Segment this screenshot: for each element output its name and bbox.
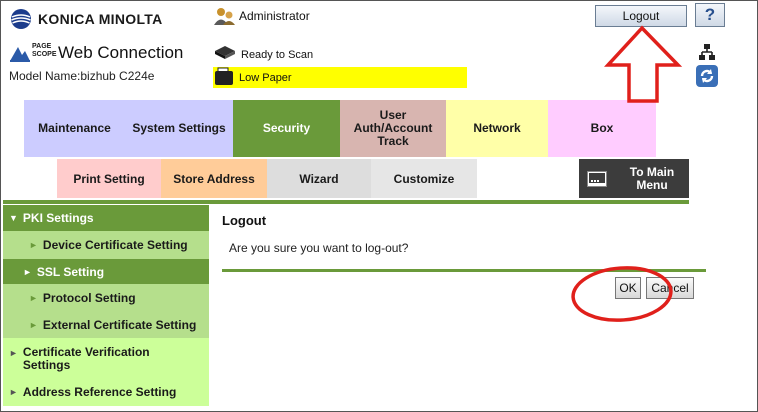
sidebar-item-label: SSL Setting [36,264,105,279]
user-name: Administrator [239,9,310,23]
logout-confirm-message: Are you sure you want to log-out? [229,241,409,255]
subtab-store-address[interactable]: Store Address [161,159,267,198]
tab-maintenance-label: Maintenance [38,121,111,135]
arrow-icon: ► [23,266,32,277]
tab-user-auth-label: User Auth/Account Track [353,108,433,148]
sidebar-item-certificate-verification[interactable]: ► Certificate Verification Settings [3,338,209,378]
subtab-customize[interactable]: Customize [371,159,477,198]
arrow-icon: ► [29,319,38,330]
refresh-icon[interactable] [696,65,718,87]
main-menu-label: To Main Menu [629,164,675,192]
sidebar-item-external-certificate[interactable]: ► External Certificate Setting [3,311,209,338]
subtab-customize-label: Customize [393,171,455,186]
annotation-circle-icon [571,266,673,322]
scanner-icon [215,46,235,59]
help-button[interactable]: ? [695,3,725,27]
content-separator [3,200,689,204]
sidebar-item-label: Certificate Verification Settings [22,345,150,372]
sidebar-item-label: Device Certificate Setting [42,238,188,252]
sidebar-item-label: PKI Settings [22,211,94,225]
konica-minolta-logo: KONICA MINOLTA [9,8,189,30]
tab-system-settings[interactable]: System Settings [125,100,233,157]
web-connection-title: Web Connection [58,43,184,62]
sidebar-item-label: Protocol Setting [42,290,136,305]
scan-status: Ready to Scan [241,49,314,61]
tab-security[interactable]: Security [233,100,340,157]
network-icon[interactable] [698,43,716,61]
arrow-icon: ► [29,240,38,250]
tab-box[interactable]: Box [548,100,656,157]
tab-system-settings-label: System Settings [132,121,226,135]
sidebar-item-protocol-setting[interactable]: ► Protocol Setting [3,284,209,311]
tab-security-label: Security [262,121,311,135]
arrow-icon: ► [9,348,18,358]
sidebar-item-device-certificate[interactable]: ► Device Certificate Setting [3,231,209,259]
tab-box-label: Box [590,121,614,135]
pagescope-logo-text: PAGE SCOPE [32,43,57,58]
konica-minolta-globe-icon [11,9,31,29]
tab-maintenance[interactable]: Maintenance [24,100,125,157]
sidebar-item-label: External Certificate Setting [42,317,197,332]
pagescope-logo [9,43,31,63]
sidebar-item-label: Address Reference Setting [22,385,177,399]
subtab-print-setting-label: Print Setting [73,171,145,186]
web-connection-window: KONICA MINOLTA PAGE SCOPE Web Connection… [0,0,758,412]
paper-status: Low Paper [239,72,292,84]
brand-name: KONICA MINOLTA [38,11,163,27]
arrow-icon: ► [29,292,38,303]
tab-network[interactable]: Network [446,100,548,157]
subtab-store-address-label: Store Address [173,171,255,186]
page-title: Logout [222,213,267,228]
paper-tray-icon [213,67,235,88]
sidebar-item-address-reference[interactable]: ► Address Reference Setting [3,378,209,406]
sidebar-item-ssl-setting[interactable]: ► SSL Setting [3,259,209,284]
sidebar-item-pki-settings[interactable]: ▼ PKI Settings [3,205,209,231]
subtab-wizard[interactable]: Wizard [267,159,371,198]
annotation-arrow-icon [604,25,683,103]
expand-arrow-icon: ▼ [9,213,18,223]
administrator-icon [214,8,235,25]
tab-user-auth-account-track[interactable]: User Auth/Account Track [340,100,446,157]
arrow-icon: ► [9,387,18,397]
subtab-print-setting[interactable]: Print Setting [57,159,161,198]
logout-button[interactable]: Logout [595,5,687,27]
tab-network-label: Network [473,121,521,135]
subtab-wizard-label: Wizard [299,171,339,186]
pagescope-icon [10,47,30,62]
model-name: Model Name:bizhub C224e [9,69,155,83]
main-menu-icon [587,171,607,187]
